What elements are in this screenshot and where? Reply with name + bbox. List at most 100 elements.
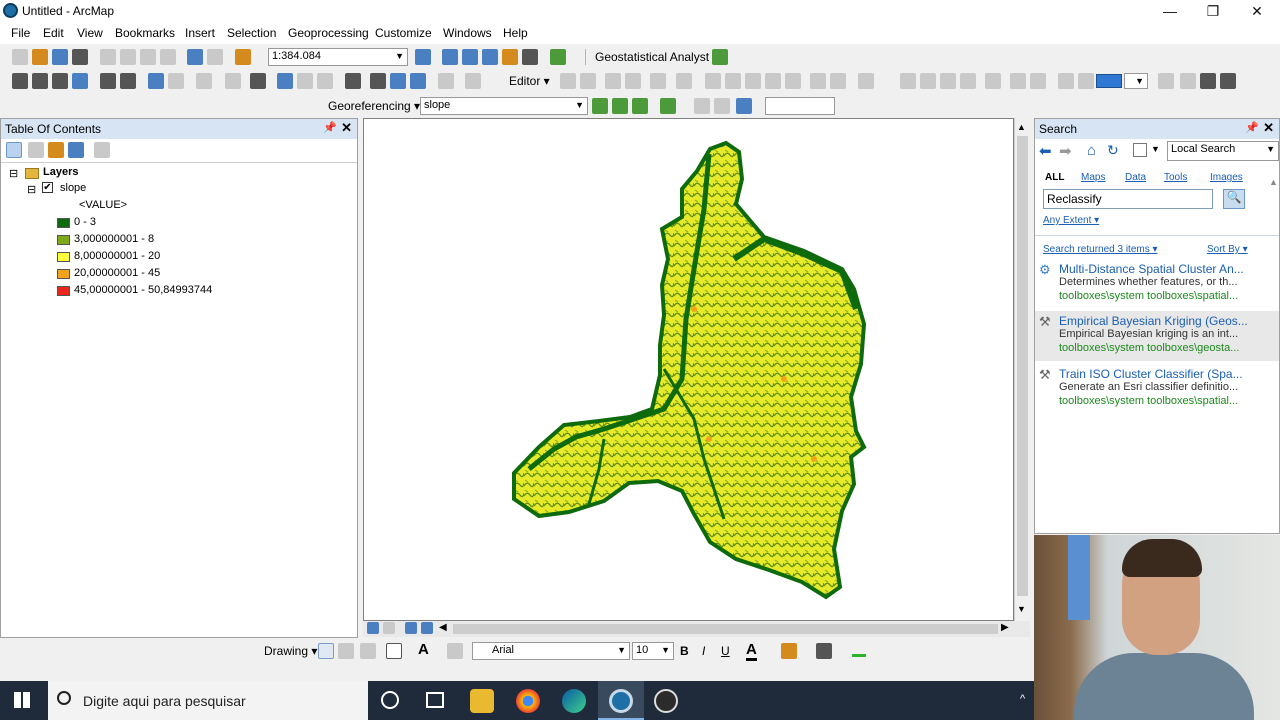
- search-icon[interactable]: 🔍: [1223, 189, 1245, 209]
- scale-raster-icon[interactable]: [632, 98, 648, 114]
- taskbar-search-box[interactable]: Digite aqui para pesquisar: [48, 681, 368, 720]
- result-title[interactable]: Train ISO Cluster Classifier (Spa...: [1059, 367, 1265, 381]
- attributes-icon[interactable]: [810, 73, 826, 89]
- map-horizontal-scrollbar[interactable]: ◀ ▶: [363, 621, 1030, 637]
- geostatistical-analyst-menu[interactable]: Geostatistical Analyst ▾: [595, 50, 718, 64]
- tab-all[interactable]: ALL: [1045, 172, 1064, 183]
- legend-swatch[interactable]: [57, 218, 70, 228]
- change-layout-icon[interactable]: [1200, 73, 1216, 89]
- select-elements-icon[interactable]: [318, 643, 334, 659]
- hyperlink-icon[interactable]: [297, 73, 313, 89]
- viewer-icon[interactable]: [465, 73, 481, 89]
- endpoint-arc-icon[interactable]: [625, 73, 641, 89]
- minimize-icon[interactable]: —: [1160, 2, 1180, 20]
- collapse-icon[interactable]: ⊟: [9, 167, 18, 180]
- list-item[interactable]: ⚙ Multi-Distance Spatial Cluster An... D…: [1035, 259, 1279, 309]
- italic-icon[interactable]: I: [702, 644, 705, 658]
- search-scope-combo[interactable]: Local Search ▼: [1167, 141, 1279, 161]
- list-by-visibility-icon[interactable]: [48, 142, 64, 158]
- forward-arrow-icon[interactable]: ➡: [1059, 142, 1072, 160]
- scroll-thumb[interactable]: [453, 624, 998, 634]
- copy-icon[interactable]: [120, 49, 136, 65]
- time-slider-icon[interactable]: [438, 73, 454, 89]
- back-extent-icon[interactable]: [148, 73, 164, 89]
- select-features-icon[interactable]: [196, 73, 212, 89]
- fixed-zoom-layout-out-icon[interactable]: [1030, 73, 1046, 89]
- cortana-icon[interactable]: [381, 691, 399, 709]
- auto-registration-icon[interactable]: [736, 98, 752, 114]
- zoom-in-icon[interactable]: [12, 73, 28, 89]
- toc-window-icon[interactable]: [442, 49, 458, 65]
- straight-segment-icon[interactable]: [605, 73, 621, 89]
- tab-images[interactable]: Images: [1210, 172, 1243, 183]
- home-icon[interactable]: ⌂: [1087, 142, 1096, 159]
- drawing-menu[interactable]: Drawing ▾: [264, 644, 317, 658]
- undo-icon[interactable]: [187, 49, 203, 65]
- sketch-properties-icon[interactable]: [830, 73, 846, 89]
- zoom-to-elements-icon[interactable]: [360, 643, 376, 659]
- zoom-out-icon[interactable]: [32, 73, 48, 89]
- result-count[interactable]: Search returned 3 items ▾: [1043, 244, 1158, 255]
- view-link-table-icon[interactable]: [714, 98, 730, 114]
- refresh-icon[interactable]: ↻: [1107, 142, 1119, 159]
- edit-tool-icon[interactable]: [560, 73, 576, 89]
- pause-drawing-icon[interactable]: [421, 622, 433, 634]
- menu-geoprocessing[interactable]: Geoprocessing: [288, 26, 369, 40]
- legend-swatch[interactable]: [57, 269, 70, 279]
- forward-extent-icon[interactable]: [168, 73, 184, 89]
- chevron-up-icon[interactable]: ^: [1020, 693, 1025, 705]
- scroll-down-icon[interactable]: ▼: [1017, 604, 1026, 614]
- arcmap-taskbar-button[interactable]: [598, 681, 644, 720]
- list-by-selection-icon[interactable]: [68, 142, 84, 158]
- catalog-window-icon[interactable]: [462, 49, 478, 65]
- map-vertical-scrollbar[interactable]: ▲ ▼: [1014, 118, 1030, 621]
- legend-swatch[interactable]: [57, 286, 70, 296]
- python-window-icon[interactable]: [522, 49, 538, 65]
- tab-maps[interactable]: Maps: [1081, 172, 1105, 183]
- search-window-icon[interactable]: [482, 49, 498, 65]
- text-tool-icon[interactable]: [447, 643, 463, 659]
- reshape-icon[interactable]: [725, 73, 741, 89]
- underline-icon[interactable]: U: [721, 644, 730, 658]
- extent-filter[interactable]: Any Extent ▾: [1043, 215, 1099, 226]
- new-icon[interactable]: [12, 49, 28, 65]
- menu-bookmarks[interactable]: Bookmarks: [115, 26, 175, 40]
- save-icon[interactable]: [52, 49, 68, 65]
- focus-data-frame-icon[interactable]: [1180, 73, 1196, 89]
- collapse-icon[interactable]: ⊟: [27, 183, 36, 196]
- georef-input-field[interactable]: [765, 97, 835, 115]
- layout-pan-icon[interactable]: [940, 73, 956, 89]
- font-color-icon[interactable]: A: [746, 641, 757, 661]
- create-features-icon[interactable]: [858, 73, 874, 89]
- task-view-icon[interactable]: [426, 692, 444, 708]
- font-name-combo[interactable]: Arial ▼: [472, 642, 630, 660]
- fixed-zoom-layout-in-icon[interactable]: [1010, 73, 1026, 89]
- clear-selection-icon[interactable]: [225, 73, 241, 89]
- legend-swatch[interactable]: [57, 252, 70, 262]
- paste-icon[interactable]: [140, 49, 156, 65]
- zoom-percent-combo[interactable]: ▼: [1124, 73, 1148, 89]
- legend-swatch[interactable]: [57, 235, 70, 245]
- tab-data[interactable]: Data: [1125, 172, 1146, 183]
- close-icon[interactable]: ✕: [341, 120, 352, 136]
- fixed-zoom-in-icon[interactable]: [100, 73, 116, 89]
- scale-combo[interactable]: 1:384.084 ▼: [268, 48, 408, 66]
- menu-insert[interactable]: Insert: [185, 26, 215, 40]
- delete-icon[interactable]: [160, 49, 176, 65]
- scroll-left-icon[interactable]: ◀: [439, 622, 447, 633]
- zoom-100-icon[interactable]: [985, 73, 1001, 89]
- rectangle-icon[interactable]: [386, 643, 402, 659]
- layout-zoom-out-icon[interactable]: [920, 73, 936, 89]
- point-icon[interactable]: [676, 73, 692, 89]
- close-icon[interactable]: ✕: [1263, 120, 1274, 136]
- obs-icon[interactable]: [654, 689, 678, 713]
- fixed-zoom-out-icon[interactable]: [120, 73, 136, 89]
- shift-raster-icon[interactable]: [612, 98, 628, 114]
- arctoolbox-icon[interactable]: [502, 49, 518, 65]
- open-icon[interactable]: [32, 49, 48, 65]
- tab-tools[interactable]: Tools: [1164, 172, 1187, 183]
- previous-extent-layout-icon[interactable]: [1058, 73, 1074, 89]
- find-route-icon[interactable]: [390, 73, 406, 89]
- layers-label[interactable]: Layers: [43, 166, 78, 178]
- menu-help[interactable]: Help: [503, 26, 528, 40]
